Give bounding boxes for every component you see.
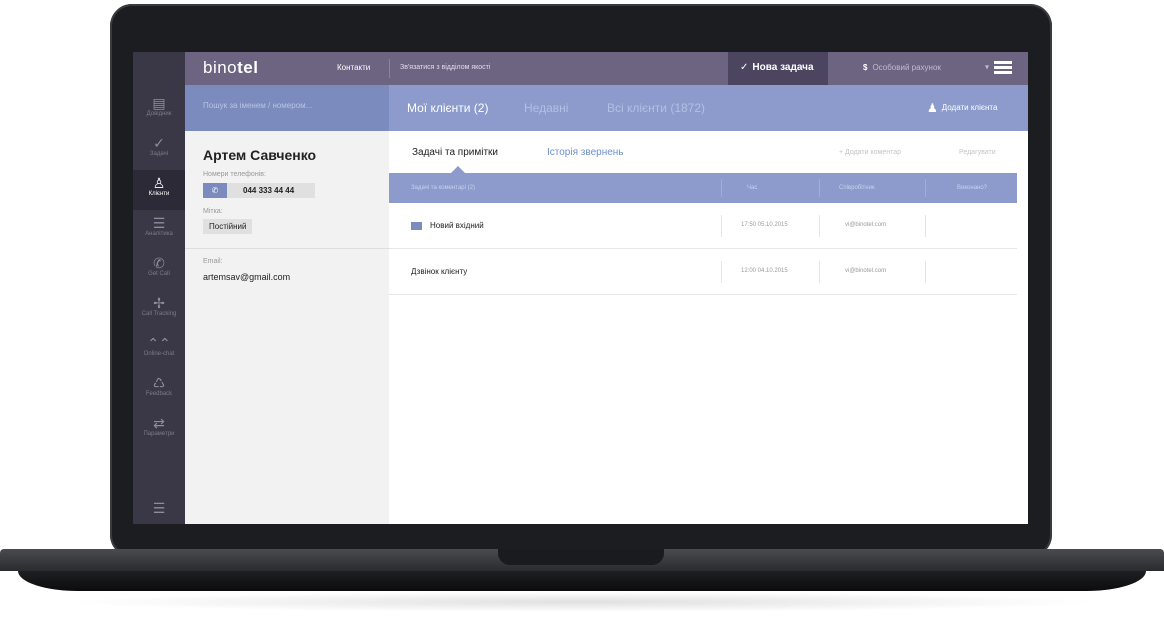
client-name: Артем Савченко [203,147,317,163]
add-client-button[interactable]: ♟ Додати клієнта [927,101,997,115]
tab-tasks-and-notes[interactable]: Задачі та примітки [412,147,498,158]
cell-divider [925,261,926,283]
logo-text: bino [203,58,238,77]
column-divider [721,179,722,197]
rail-item-tasks[interactable]: ✓ Задачі [133,130,185,170]
new-task-button[interactable]: ✓ Нова задача [728,52,828,85]
laptop-base [0,549,1164,593]
tab-my-clients[interactable]: Мої клієнти (2) [407,101,488,115]
cell-divider [819,215,820,237]
task-time: 17:50 05.10.2015 [741,222,788,228]
column-header-time: Час [747,185,758,191]
rail-item-analytics[interactable]: ☰ Аналітика [133,210,185,250]
table-row[interactable]: Новий вхідний 17:50 05.10.2015 vi@binote… [389,203,1017,249]
laptop-notch [498,549,664,565]
phone-number: 044 333 44 44 [243,186,295,195]
rail-item-clients[interactable]: ♙ Клієнти [133,170,185,210]
client-main-content: Задачі та примітки Історія звернень + До… [389,131,1028,524]
new-task-label: Нова задача [752,62,814,73]
tracking-icon: ✢ [153,295,165,311]
email-label: Email: [203,258,223,265]
client-email[interactable]: artemsav@gmail.com [203,272,290,282]
column-header-title: Задачі та коментарі (2) [411,185,475,191]
cell-divider [721,261,722,283]
left-rail: ▤ Довідник ✓ Задачі ♙ Клієнти ☰ Аналітик… [133,52,185,524]
phone-number-field[interactable]: ✆ 044 333 44 44 [203,183,315,198]
rail-item-call-tracking[interactable]: ✢ Call Tracking [133,290,185,330]
rail-item-label: Задачі [149,151,169,157]
chevron-down-icon: ▾ [985,62,990,72]
dollar-icon: $ [863,63,868,72]
laptop-base-bottom [18,571,1146,591]
rail-item-label: Feedback [145,391,173,397]
menu-icon [994,61,1013,74]
topbar-divider [389,59,390,78]
rail-item-label: Call Tracking [141,311,177,317]
table-row[interactable]: Дзвінок клієнту 12:00 04.10.2015 vi@bino… [389,249,1017,295]
binotel-logo[interactable]: binotel [203,58,258,78]
search-input[interactable]: Пошук за іменем / номером... [185,85,389,131]
chat-icon: ⌃⌃ [147,335,171,351]
cell-divider [819,261,820,283]
rail-item-label: Аналітика [145,231,173,237]
task-title: Дзвінок клієнту [411,267,468,276]
settings-icon: ⇄ [153,415,165,431]
edit-button[interactable]: Редагувати [959,149,996,156]
task-employee: vi@binotel.com [845,268,887,274]
personal-account-link[interactable]: $ Особовий рахунок [863,63,941,72]
check-icon: ✓ [153,135,165,151]
task-time: 12:00 04.10.2015 [741,268,788,274]
divider [185,248,389,249]
task-employee: vi@binotel.com [845,222,887,228]
app-screen: ▤ Довідник ✓ Задачі ♙ Клієнти ☰ Аналітик… [133,52,1028,524]
flag-icon [411,221,422,230]
phone-icon: ✆ [153,255,165,271]
cell-divider [721,215,722,237]
book-icon: ▤ [152,95,166,111]
tab-contact-history[interactable]: Історія звернень [547,147,624,158]
rail-item-label: Довідник [146,111,172,117]
task-title-text: Новий вхідний [430,221,484,230]
column-header-employee: Співробітник [839,185,875,191]
quality-department-link[interactable]: Зв'язатися з відділом якості [400,64,490,71]
column-header-done: Виконано? [957,185,988,191]
column-divider [925,179,926,197]
rail-item-get-call[interactable]: ✆ Get Call [133,250,185,290]
rail-item-label: Клієнти [148,191,170,197]
check-icon: ✓ [740,62,749,73]
active-tab-pointer [451,166,465,173]
phones-label: Номери телефонів: [203,171,266,178]
contacts-link[interactable]: Контакти [337,63,370,72]
rail-item-online-chat[interactable]: ⌃⌃ Online-chat [133,330,185,370]
top-bar: binotel Контакти Зв'язатися з відділом я… [185,52,1028,85]
analytics-icon: ☰ [152,215,166,231]
tag-label: Мітка: [203,208,223,215]
task-title: Новий вхідний [411,221,484,230]
rail-item-directory[interactable]: ▤ Довідник [133,90,185,130]
person-icon: ♟ [927,101,938,115]
rail-item-feedback[interactable]: ♺ Feedback [133,370,185,410]
rail-item-label: Параметри [143,431,175,437]
rail-item-label: Online-chat [143,351,175,357]
column-divider [819,179,820,197]
clients-sub-bar: Пошук за іменем / номером... Мої клієнти… [185,85,1028,131]
add-client-label: Додати клієнта [941,103,998,113]
person-icon: ♙ [152,175,166,191]
client-details-panel: Артем Савченко Номери телефонів: ✆ 044 3… [185,131,389,524]
phone-icon[interactable]: ✆ [203,183,227,198]
tab-recent[interactable]: Недавні [524,101,568,115]
hamburger-menu-icon[interactable]: ☰ [133,500,185,517]
tab-all-clients[interactable]: Всі клієнти (1872) [607,101,705,115]
laptop-shadow [60,592,1104,612]
feedback-icon: ♺ [152,375,166,391]
rail-item-label: Get Call [148,271,170,277]
add-comment-button[interactable]: + Додати коментар [839,149,901,156]
client-tag[interactable]: Постійний [203,219,253,234]
cell-divider [925,215,926,237]
rail-item-settings[interactable]: ⇄ Параметри [133,410,185,450]
main-menu-button[interactable]: ▾ [985,61,1013,74]
table-header: Задачі та коментарі (2) Час Співробітник… [389,173,1017,203]
account-label: Особовий рахунок [872,63,941,72]
logo-text-bold: tel [237,58,259,77]
